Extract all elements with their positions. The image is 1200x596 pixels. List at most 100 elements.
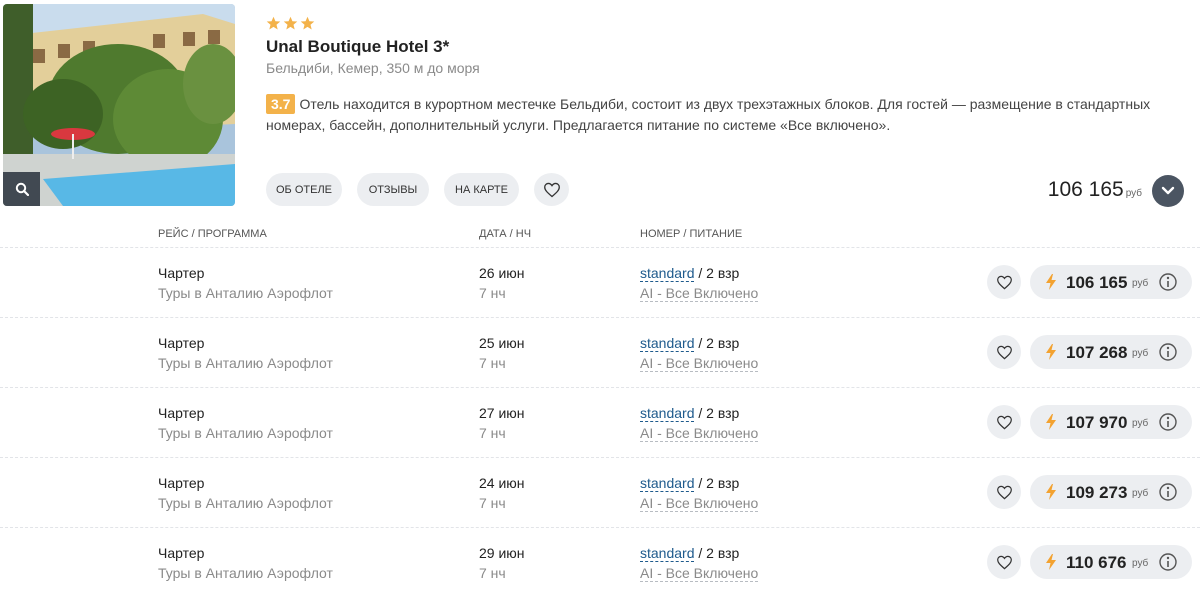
reviews-button[interactable]: Отзывы [357, 173, 429, 206]
row-favorite-button[interactable] [987, 335, 1021, 369]
room-type-link[interactable]: standard [640, 335, 695, 352]
heart-icon [996, 485, 1012, 499]
min-price-amount: 106 165 [1047, 178, 1124, 201]
expand-tours-button[interactable] [1152, 175, 1184, 207]
row-room: standard / 2 взр [640, 545, 740, 562]
table-row: Чартер Туры в Анталию Аэрофлот 25 июн 7 … [0, 317, 1200, 387]
row-date: 27 июн [479, 405, 525, 421]
heart-icon [996, 345, 1012, 359]
row-favorite-button[interactable] [987, 405, 1021, 439]
row-meal[interactable]: AI - Все Включено [640, 355, 759, 372]
row-price-currency: руб [1132, 418, 1149, 429]
hotel-description: 3.7 Отель находится в курортном местечке … [266, 94, 1181, 136]
about-hotel-button[interactable]: Об отеле [266, 173, 342, 206]
row-title: Чартер [158, 405, 205, 421]
row-guests: / 2 взр [698, 545, 740, 561]
row-price-amount: 109 273 [1066, 483, 1128, 502]
row-date: 24 июн [479, 475, 525, 491]
search-icon [15, 182, 29, 196]
row-meal[interactable]: AI - Все Включено [640, 565, 759, 582]
row-price-button[interactable]: 106 165 руб [1030, 265, 1192, 299]
row-title: Чартер [158, 545, 205, 561]
room-type-link[interactable]: standard [640, 545, 695, 562]
heart-icon [996, 555, 1012, 569]
row-nights: 7 нч [479, 495, 506, 511]
photo-zoom-button[interactable] [3, 172, 40, 206]
lightning-icon [1046, 274, 1056, 290]
row-price-amount: 106 165 [1066, 273, 1128, 292]
row-program: Туры в Анталию Аэрофлот [158, 425, 333, 441]
row-price-button[interactable]: 107 970 руб [1030, 405, 1192, 439]
row-date: 29 июн [479, 545, 525, 561]
row-title: Чартер [158, 475, 205, 491]
row-program: Туры в Анталию Аэрофлот [158, 565, 333, 581]
heart-icon [543, 182, 560, 197]
room-type-link[interactable]: standard [640, 475, 695, 492]
row-price-currency: руб [1132, 488, 1149, 499]
chevron-down-icon [1161, 186, 1175, 195]
header-date: Дата / нч [479, 228, 532, 240]
hotel-stars [266, 16, 315, 31]
row-title: Чартер [158, 335, 205, 351]
star-icon [300, 16, 315, 30]
lightning-icon [1046, 484, 1056, 500]
description-text: Отель находится в курортном местечке Бел… [266, 96, 1151, 133]
room-type-link[interactable]: standard [640, 405, 695, 422]
row-favorite-button[interactable] [987, 475, 1021, 509]
map-button[interactable]: На карте [444, 173, 519, 206]
row-nights: 7 нч [479, 355, 506, 371]
info-icon[interactable] [1158, 552, 1178, 572]
row-meal[interactable]: AI - Все Включено [640, 425, 759, 442]
row-meal[interactable]: AI - Все Включено [640, 495, 759, 512]
row-program: Туры в Анталию Аэрофлот [158, 285, 333, 301]
hotel-photo[interactable] [3, 4, 235, 206]
favorite-hotel-button[interactable] [534, 173, 569, 206]
row-guests: / 2 взр [698, 475, 740, 491]
row-guests: / 2 взр [698, 335, 740, 351]
row-program: Туры в Анталию Аэрофлот [158, 355, 333, 371]
row-guests: / 2 взр [698, 265, 740, 281]
row-price-amount: 110 676 [1066, 553, 1127, 572]
lightning-icon [1046, 554, 1056, 570]
row-price-amount: 107 268 [1066, 343, 1128, 362]
table-row: Чартер Туры в Анталию Аэрофлот 24 июн 7 … [0, 457, 1200, 527]
lightning-icon [1046, 344, 1056, 360]
info-icon[interactable] [1158, 342, 1178, 362]
lightning-icon [1046, 414, 1056, 430]
hotel-name[interactable]: Unal Boutique Hotel 3* [266, 37, 449, 57]
row-price-currency: руб [1132, 558, 1149, 569]
star-icon [266, 16, 281, 30]
row-meal[interactable]: AI - Все Включено [640, 285, 759, 302]
row-date: 25 июн [479, 335, 525, 351]
room-type-link[interactable]: standard [640, 265, 695, 282]
min-price-currency: руб [1125, 188, 1142, 199]
table-row: Чартер Туры в Анталию Аэрофлот 29 июн 7 … [0, 527, 1200, 596]
header-room: Номер / питание [640, 228, 743, 240]
info-icon[interactable] [1158, 412, 1178, 432]
row-nights: 7 нч [479, 425, 506, 441]
row-nights: 7 нч [479, 565, 506, 581]
row-program: Туры в Анталию Аэрофлот [158, 495, 333, 511]
row-price-amount: 107 970 [1066, 413, 1128, 432]
row-price-button[interactable]: 109 273 руб [1030, 475, 1192, 509]
row-room: standard / 2 взр [640, 405, 740, 422]
row-price-button[interactable]: 107 268 руб [1030, 335, 1192, 369]
row-room: standard / 2 взр [640, 475, 740, 492]
info-icon[interactable] [1158, 272, 1178, 292]
row-room: standard / 2 взр [640, 335, 740, 352]
row-guests: / 2 взр [698, 405, 740, 421]
row-favorite-button[interactable] [987, 545, 1021, 579]
row-price-button[interactable]: 110 676 руб [1030, 545, 1192, 579]
header-flight: Рейс / программа [158, 228, 267, 240]
heart-icon [996, 275, 1012, 289]
info-icon[interactable] [1158, 482, 1178, 502]
heart-icon [996, 415, 1012, 429]
row-price-currency: руб [1132, 348, 1149, 359]
min-price: 106 165 руб [1048, 178, 1142, 202]
table-row: Чартер Туры в Анталию Аэрофлот 27 июн 7 … [0, 387, 1200, 457]
row-title: Чартер [158, 265, 205, 281]
table-row: Чартер Туры в Анталию Аэрофлот 26 июн 7 … [0, 247, 1200, 317]
row-favorite-button[interactable] [987, 265, 1021, 299]
row-date: 26 июн [479, 265, 525, 281]
row-nights: 7 нч [479, 285, 506, 301]
